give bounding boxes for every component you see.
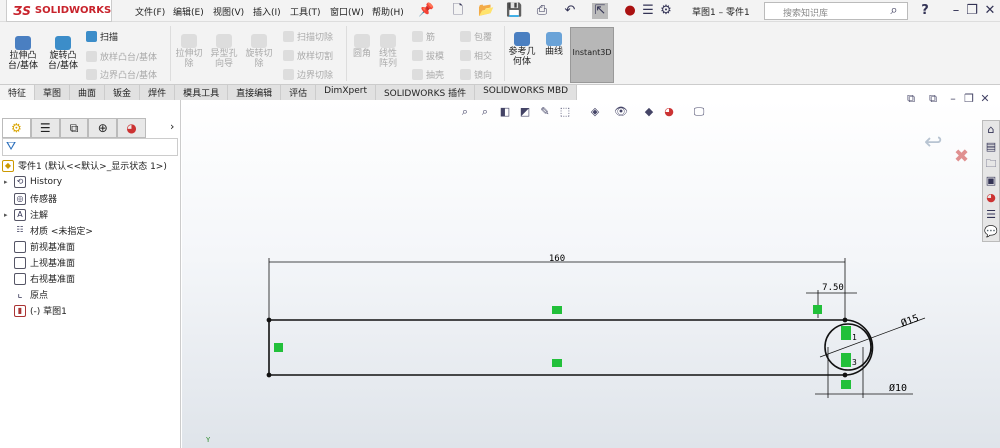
task-pane: ⌂ ▤ 🗀 ▣ ◕ ☰ 💬 [982,120,1000,242]
horizontal-relation-icon [552,306,562,314]
origin-axis-icon: Y [206,436,211,444]
dim-d10-text[interactable]: Ø10 [889,382,907,394]
design-library-icon[interactable]: 🗀 [983,156,999,172]
relation-label: 3 [852,358,857,367]
dim-160-text[interactable]: 160 [549,254,565,264]
resources-icon[interactable]: ▤ [983,139,999,155]
tangent-relation-icon [841,326,851,340]
coincident-relation-icon [813,305,822,314]
sketch-point [266,317,272,323]
dim-d15-text[interactable]: Ø15 [899,312,920,329]
sketch-canvas: 160 7.50 Ø15 Ø10 1 3 Y [206,254,926,444]
horizontal-relation-icon [552,359,562,367]
sketch-point [842,317,848,323]
tangent-relation-icon [841,353,851,367]
vertical-relation-icon [274,343,283,352]
dim-7-50-text[interactable]: 7.50 [822,283,844,293]
custom-properties-icon[interactable]: ☰ [983,207,999,223]
sketch-point [842,372,848,378]
file-explorer-icon[interactable]: ▣ [983,173,999,189]
home-icon[interactable]: ⌂ [983,122,999,138]
relation-label: 1 [852,333,857,342]
sketch-point [266,372,272,378]
concentric-relation-icon [841,380,851,389]
forum-icon[interactable]: 💬 [983,224,999,240]
appearances-icon[interactable]: ◕ [983,190,999,206]
